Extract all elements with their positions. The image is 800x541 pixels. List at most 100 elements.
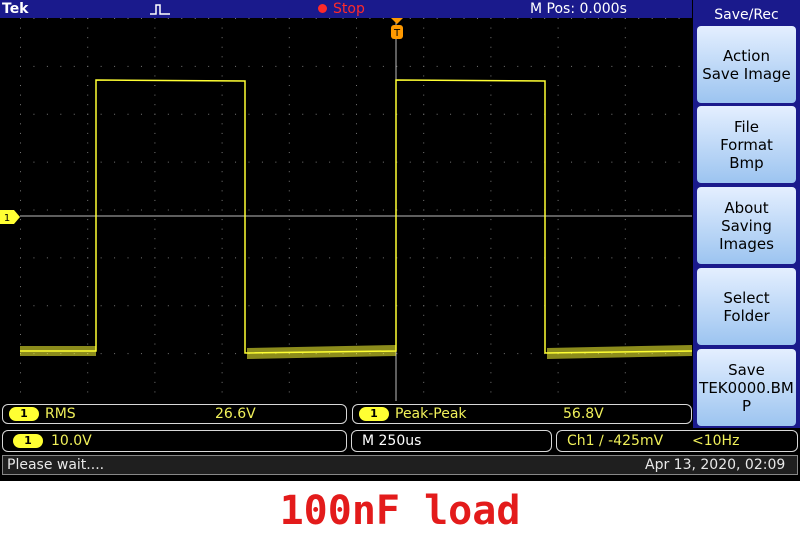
grid-dot [154,219,156,221]
grid-dot [342,305,344,307]
trigger-position-marker[interactable]: T [390,18,404,42]
grid-dot [20,276,21,278]
grid-dot [154,152,156,154]
timebase-readout[interactable]: M 250us [351,430,552,452]
grid-dot [571,257,573,259]
grid-dot [100,353,102,355]
status-bar: Please wait.... Apr 13, 2020, 02:09 [2,455,798,475]
trigger-readout[interactable]: Ch1 ∕ -425mV <10Hz [556,430,798,452]
grid-dot [288,85,290,87]
grid-dot [288,132,290,134]
grid-dot [423,123,425,125]
ch1-ground-marker[interactable]: 1 [0,210,20,224]
grid-dot [490,286,492,288]
grid-dot [87,199,89,201]
grid-dot [436,353,438,355]
grid-dot [235,353,237,355]
grid-dot [624,199,626,201]
grid-dot [87,132,89,134]
grid-dot [557,161,559,163]
grid-dot [154,295,156,297]
grid-dot [140,113,142,115]
grid-dot [329,209,331,211]
grid-dot [638,257,640,259]
grid-dot [154,142,156,144]
grid-dot [87,113,89,115]
grid-dot [624,343,626,345]
grid-dot [33,209,35,211]
grid-dot [638,209,640,211]
grid-dot [221,142,223,144]
grid-dot [557,171,559,173]
grid-dot [46,257,48,259]
grid-dot [154,171,156,173]
grid-dot [678,305,680,307]
grid-dot [87,381,89,383]
grid-dot [450,257,452,259]
grid-dot [114,18,116,19]
grid-dot [356,381,357,383]
side-menu-title: Save/Rec [714,7,779,23]
grid-dot [557,333,559,335]
grid-dot [490,27,492,29]
grid-dot [571,161,573,163]
grid-dot [423,46,425,48]
grid-dot [356,104,357,106]
grid-dot [490,228,492,230]
grid-dot [476,353,478,355]
measurement-value: 26.6V [215,406,256,422]
grid-dot [584,209,586,211]
grid-dot [20,333,21,335]
about-saving-images-button[interactable]: About Saving Images [697,187,796,264]
action-save-image-button[interactable]: Action Save Image [697,26,796,103]
grid-dot [409,65,411,67]
grid-dot [221,228,223,230]
grid-dot [20,113,21,115]
grid-dot [100,161,102,163]
grid-dot [288,381,290,383]
save-file-button[interactable]: Save TEK0000.BM P [697,349,796,426]
grid-dot [87,343,89,345]
select-folder-button[interactable]: Select Folder [697,268,796,345]
grid-dot [490,266,492,268]
trigger-frequency: <10Hz [692,433,740,449]
grid-dot [571,305,573,307]
grid-dot [624,228,626,230]
grid-dot [20,247,21,249]
grid-dot [221,305,223,307]
grid-dot [20,228,21,230]
grid-dot [423,113,425,115]
grid-dot [423,171,425,173]
grid-dot [490,65,492,67]
file-format-button[interactable]: File Format Bmp [697,106,796,183]
grid-dot [46,65,48,67]
grid-dot [356,305,357,307]
grid-dot [423,333,425,335]
grid-dot [154,228,156,230]
grid-dot [127,113,129,115]
grid-dot [221,266,223,268]
grid-dot [463,18,465,19]
grid-dot [20,85,21,87]
grid-dot [221,324,223,326]
grid-dot [423,37,425,39]
grid-dot [221,247,223,249]
grid-dot [127,161,129,163]
grid-dot [597,18,599,19]
grid-dot [127,18,129,19]
grid-dot [678,209,680,211]
grid-dot [221,353,223,355]
grid-dot [154,180,156,182]
grid-dot [356,85,357,87]
grid-dot [490,46,492,48]
grid-dot [235,305,237,307]
grid-dot [530,161,532,163]
date-time: Apr 13, 2020, 02:09 [645,457,786,473]
grid-dot [436,305,438,307]
grid-dot [288,18,290,19]
grid-dot [275,18,277,19]
grid-dot [154,343,156,345]
channel-scale-readout[interactable]: 1 10.0V [2,430,347,452]
grid-dot [490,305,492,307]
oscilloscope-screen: Tek Stop M Pos: 0.000s T 1 Save/Rec Acti… [0,0,800,481]
